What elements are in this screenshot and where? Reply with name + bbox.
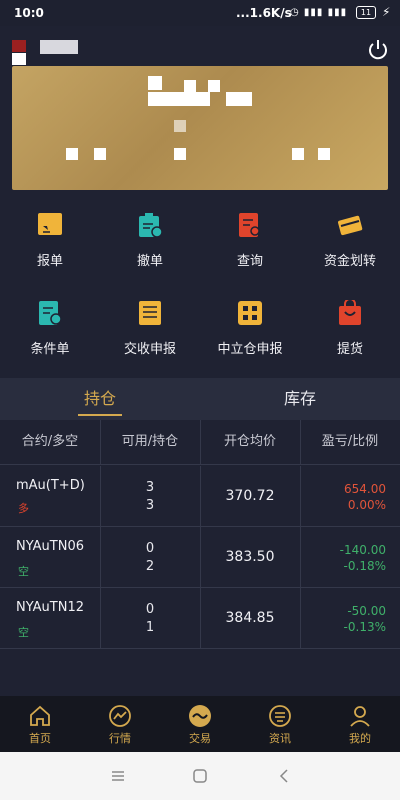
direction-label: 多 [18, 502, 29, 515]
conditional-order-icon [37, 300, 63, 326]
function-grid: 报单 撤单 查询 资金划转 条件单 交收申报 中立仓申报 提货 [0, 200, 400, 376]
bottom-nav: 首页 行情 交易 资讯 我的 [0, 696, 400, 752]
header-available: 可用/持仓 [121, 434, 179, 449]
pickup-icon [337, 298, 363, 326]
menu-label: 查询 [236, 254, 263, 269]
order-icon [37, 212, 63, 238]
contract-name: NYAuTN12 [16, 600, 84, 615]
query-icon [237, 212, 263, 238]
menu-label: 撤单 [136, 254, 163, 269]
fund-transfer-icon [337, 212, 363, 238]
nav-label: 我的 [349, 732, 371, 745]
tab-active-indicator [78, 414, 122, 416]
profit-ratio: 0.00% [347, 498, 386, 512]
home-button-icon[interactable] [192, 768, 208, 784]
profit-loss: -140.00 [339, 543, 386, 557]
account-card [12, 66, 388, 190]
tab-inventory[interactable]: 库存 [200, 378, 400, 420]
menu-label: 资金划转 [323, 254, 376, 269]
menu-item-pickup[interactable]: 提货 [300, 288, 400, 376]
direction-label: 空 [18, 626, 29, 639]
status-time: 10:0 [14, 6, 44, 20]
table-row[interactable]: mAu(T+D) 多 3 3 370.72 654.00 0.00% [0, 466, 400, 527]
charging-icon: ⚡ [382, 5, 391, 19]
available-qty: 0 [145, 602, 155, 617]
neutral-position-icon [237, 300, 263, 326]
menu-item-query[interactable]: 查询 [200, 200, 300, 288]
header-contract: 合约/多空 [21, 434, 79, 449]
nav-trade[interactable]: 交易 [160, 696, 240, 752]
back-icon[interactable] [276, 768, 292, 784]
available-qty: 3 [145, 480, 155, 495]
available-qty: 0 [145, 541, 155, 556]
holding-qty: 2 [145, 559, 155, 574]
menu-label: 条件单 [30, 342, 70, 357]
nav-market[interactable]: 行情 [80, 696, 160, 752]
username-redacted [40, 40, 78, 54]
menu-item-cancel[interactable]: 撤单 [100, 200, 200, 288]
menu-label: 中立仓申报 [217, 342, 283, 357]
menu-label: 交收申报 [123, 342, 176, 357]
holding-qty: 3 [145, 498, 155, 513]
header-avg-price: 开仓均价 [223, 434, 276, 449]
contract-name: mAu(T+D) [16, 478, 85, 493]
profit-loss: 654.00 [344, 482, 386, 496]
avatar-bottom [12, 53, 26, 65]
nav-label: 交易 [189, 732, 211, 745]
table-header: 合约/多空 可用/持仓 开仓均价 盈亏/比例 [0, 420, 400, 465]
profit-ratio: -0.18% [343, 559, 386, 573]
menu-item-delivery[interactable]: 交收申报 [100, 288, 200, 376]
avg-price: 383.50 [225, 549, 275, 565]
logout-icon[interactable] [366, 38, 390, 62]
menu-item-order[interactable]: 报单 [0, 200, 100, 288]
nav-news[interactable]: 资讯 [240, 696, 320, 752]
header-profit-loss: 盈亏/比例 [321, 434, 379, 449]
news-icon [268, 704, 292, 728]
profit-loss: -50.00 [347, 604, 386, 618]
avg-price: 384.85 [225, 610, 275, 626]
table-row[interactable]: NYAuTN06 空 0 2 383.50 -140.00 -0.18% [0, 527, 400, 588]
status-bar: 10:0 ...1.6K/s ◷ ▮▮▮ ▮▮▮ 11 ⚡ [0, 0, 400, 26]
menu-label: 提货 [336, 342, 363, 357]
menu-icon[interactable] [110, 768, 126, 784]
nav-label: 行情 [109, 732, 131, 745]
position-tabs: 持仓 库存 [0, 378, 400, 420]
menu-item-fund-transfer[interactable]: 资金划转 [300, 200, 400, 288]
profile-icon [348, 704, 372, 728]
network-speed: ...1.6K/s [236, 6, 292, 20]
nav-home[interactable]: 首页 [0, 696, 80, 752]
nav-profile[interactable]: 我的 [320, 696, 400, 752]
battery-icon: 11 [356, 6, 376, 19]
direction-label: 空 [18, 565, 29, 578]
market-icon [108, 704, 132, 728]
avatar[interactable] [12, 40, 26, 52]
menu-label: 报单 [36, 254, 63, 269]
avg-price: 370.72 [225, 488, 275, 504]
menu-item-conditional[interactable]: 条件单 [0, 288, 100, 376]
holding-qty: 1 [145, 620, 155, 635]
table-row[interactable]: NYAuTN12 空 0 1 384.85 -50.00 -0.13% [0, 588, 400, 649]
contract-name: NYAuTN06 [16, 539, 84, 554]
delivery-declare-icon [137, 300, 163, 326]
home-icon [28, 704, 52, 728]
trade-icon [188, 704, 212, 728]
profit-ratio: -0.13% [343, 620, 386, 634]
cancel-order-icon [137, 212, 163, 238]
signal-icon: ◷ ▮▮▮ ▮▮▮ [290, 7, 348, 18]
system-nav-bar [0, 752, 400, 800]
menu-item-neutral[interactable]: 中立仓申报 [200, 288, 300, 376]
nav-label: 资讯 [269, 732, 291, 745]
nav-label: 首页 [29, 732, 51, 745]
